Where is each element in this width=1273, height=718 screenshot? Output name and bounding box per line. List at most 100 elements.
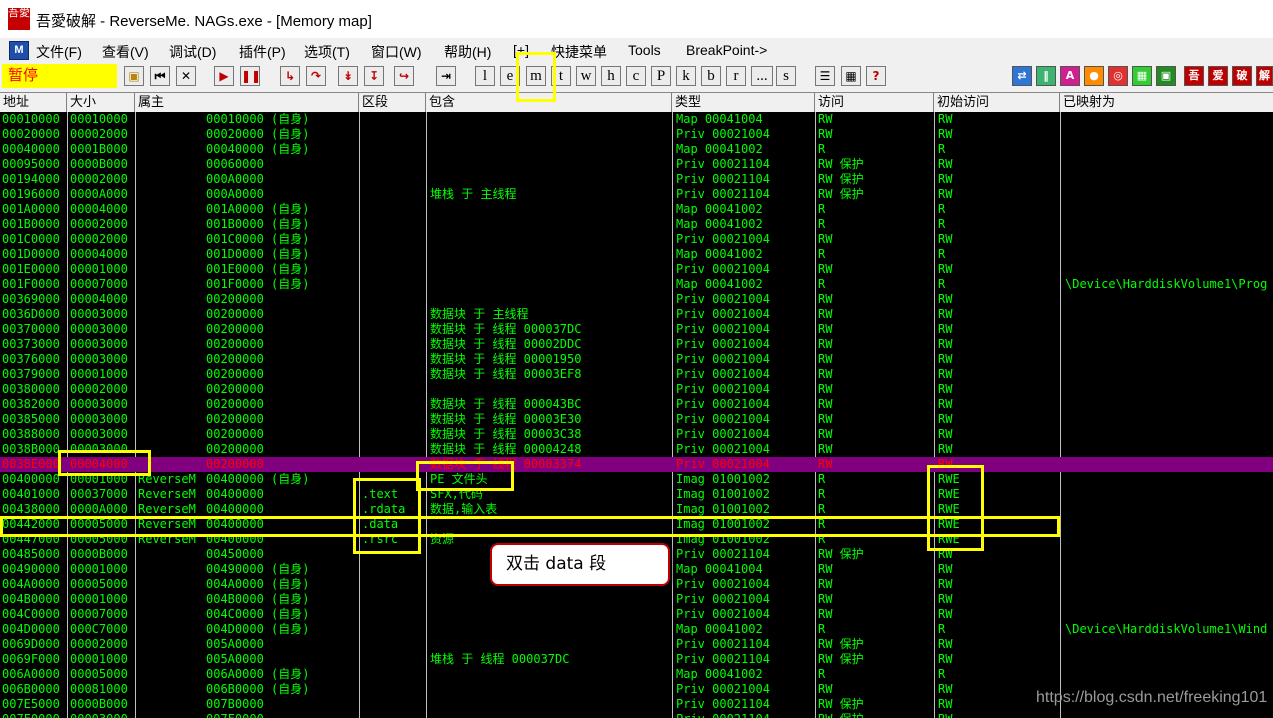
table-row[interactable]: 0069D000 00002000 005A0000 Priv 00021104 RW … — [0, 637, 1273, 652]
table-row[interactable]: 00373000 00003000 00200000 数据块 于 线程 00002DD… — [0, 337, 1273, 352]
row-access: RW 保护 — [818, 712, 934, 718]
animate-into-icon[interactable]: ↡ — [338, 66, 358, 86]
table-row[interactable]: 006A0000 00005000 006A0000 (自身) Map 0004100… — [0, 667, 1273, 682]
table-row[interactable]: 00376000 00003000 00200000 数据块 于 线程 0000195… — [0, 352, 1273, 367]
restart-icon[interactable]: ⏮ — [150, 66, 170, 86]
row-section-base: 004D0000 (自身) — [206, 622, 310, 636]
close-process-icon[interactable]: ✕ — [176, 66, 196, 86]
bars-icon[interactable]: ▦ — [1132, 66, 1152, 86]
header-address[interactable]: 地址 — [0, 93, 67, 112]
handles-button[interactable]: h — [601, 66, 621, 86]
animate-over-icon[interactable]: ↧ — [364, 66, 384, 86]
menu-tools[interactable]: Tools — [628, 42, 661, 58]
table-row[interactable]: 001F0000 00007000 001F0000 (自身) Map 0004100… — [0, 277, 1273, 292]
grid-icon[interactable]: ▦ — [841, 66, 861, 86]
table-row[interactable]: 00010000 00010000 00010000 (自身) Map 0004100… — [0, 112, 1273, 127]
table-row[interactable]: 0038E000 00004000 00200000 数据块 于 线程 0000337… — [0, 457, 1273, 472]
table-row[interactable]: 00385000 00003000 00200000 数据块 于 线程 00003E3… — [0, 412, 1273, 427]
patches-button[interactable]: P — [651, 66, 671, 86]
header-owner[interactable]: 属主 — [135, 93, 359, 112]
a-plugin-icon[interactable]: A — [1060, 66, 1080, 86]
menu-help[interactable]: 帮助(H) — [444, 42, 491, 62]
list-icon[interactable]: ☰ — [815, 66, 835, 86]
row-address: 00196000 — [2, 187, 60, 201]
row-access: R — [818, 667, 826, 681]
call-stack-button[interactable]: k — [676, 66, 696, 86]
references-button[interactable]: r — [726, 66, 746, 86]
table-row[interactable]: 00380000 00002000 00200000 Priv 00021004 RW R… — [0, 382, 1273, 397]
table-row[interactable]: 0036D000 00003000 00200000 数据块 于 主线程 Priv 00… — [0, 307, 1273, 322]
pause-plugin-icon[interactable]: ‖ — [1036, 66, 1056, 86]
memory-map-icon[interactable]: M — [9, 41, 29, 60]
step-over-icon[interactable]: ↷ — [306, 66, 326, 86]
refresh-icon[interactable]: ⇄ — [1012, 66, 1032, 86]
table-row[interactable]: 0038B000 00003000 00200000 数据块 于 线程 0000424… — [0, 442, 1273, 457]
table-row[interactable]: 00040000 0001B000 00040000 (自身) Map 0004100… — [0, 142, 1273, 157]
menu-shortcuts[interactable]: 快捷菜单 — [551, 42, 607, 62]
row-access: RW — [818, 682, 833, 696]
table-row[interactable]: 00020000 00002000 00020000 (自身) Priv 000210… — [0, 127, 1273, 142]
window-plugin-icon[interactable]: ▣ — [1156, 66, 1176, 86]
table-row[interactable]: 00196000 0000A000 000A0000 堆栈 于 主线程 Priv 000… — [0, 187, 1273, 202]
header-initial-access[interactable]: 初始访问 — [934, 93, 1060, 112]
pause-icon[interactable]: ❚❚ — [240, 66, 261, 86]
window-title: 吾愛破解 - ReverseMe. NAGs.exe - [Memory map… — [36, 13, 372, 30]
run-trace-button[interactable]: ... — [751, 66, 773, 86]
table-row[interactable]: 001E0000 00001000 001E0000 (自身) Priv 000210… — [0, 262, 1273, 277]
menu-options[interactable]: 选项(T) — [304, 42, 350, 62]
row-type: Imag 01001002 — [676, 487, 770, 501]
menu-view[interactable]: 查看(V) — [102, 42, 149, 62]
log-window-button[interactable]: l — [475, 66, 495, 86]
run-icon[interactable]: ▶ — [214, 66, 234, 86]
table-row[interactable]: 001D0000 00004000 001D0000 (自身) Map 0004100… — [0, 247, 1273, 262]
plugin-wu-icon[interactable]: 吾 — [1184, 66, 1204, 86]
table-row[interactable]: 004C0000 00007000 004C0000 (自身) Priv 000210… — [0, 607, 1273, 622]
table-row[interactable]: 001A0000 00004000 001A0000 (自身) Map 0004100… — [0, 202, 1273, 217]
table-row[interactable]: 00400000 00001000 ReverseM 00400000 (自身) PE … — [0, 472, 1273, 487]
step-into-icon[interactable]: ↳ — [280, 66, 300, 86]
help-icon[interactable]: ? — [866, 66, 886, 86]
menu-window[interactable]: 窗口(W) — [371, 42, 422, 62]
plugin-po-icon[interactable]: 破 — [1232, 66, 1252, 86]
header-section[interactable]: 区段 — [359, 93, 426, 112]
open-file-icon[interactable]: ▣ — [124, 66, 144, 86]
table-row[interactable]: 00369000 00004000 00200000 Priv 00021004 RW R… — [0, 292, 1273, 307]
go-to-icon[interactable]: ⇥ — [436, 66, 456, 86]
menu-debug[interactable]: 调试(D) — [169, 42, 216, 62]
table-row[interactable]: 00379000 00001000 00200000 数据块 于 线程 00003EF… — [0, 367, 1273, 382]
memory-map-table[interactable]: 00010000 00010000 00010000 (自身) Map 0004100… — [0, 112, 1273, 718]
row-size: 00005000 — [70, 667, 128, 681]
menu-file[interactable]: 文件(F) — [36, 42, 82, 62]
row-access: RW 保护 — [818, 172, 864, 186]
plugin-ai-icon[interactable]: 爱 — [1208, 66, 1228, 86]
table-row[interactable]: 00095000 0000B000 00060000 Priv 00021104 RW … — [0, 157, 1273, 172]
table-row[interactable]: 00382000 00003000 00200000 数据块 于 线程 000043B… — [0, 397, 1273, 412]
target-icon[interactable]: ◎ — [1108, 66, 1128, 86]
header-size[interactable]: 大小 — [67, 93, 135, 112]
table-row[interactable]: 00388000 00003000 00200000 数据块 于 线程 00003C3… — [0, 427, 1273, 442]
table-row[interactable]: 001C0000 00002000 001C0000 (自身) Priv 000210… — [0, 232, 1273, 247]
table-row[interactable]: 00401000 00037000 ReverseM 00400000 .text SFX… — [0, 487, 1273, 502]
menu-plugins[interactable]: 插件(P) — [239, 42, 286, 62]
row-size: 00001000 — [70, 562, 128, 576]
row-access: RW — [818, 397, 833, 411]
record-icon[interactable]: ● — [1084, 66, 1104, 86]
source-button[interactable]: s — [776, 66, 796, 86]
windows-button[interactable]: w — [576, 66, 596, 86]
table-row[interactable]: 007F000000003000007F0000Priv 00021104RW … — [0, 712, 1273, 718]
header-type[interactable]: 类型 — [672, 93, 815, 112]
table-row[interactable]: 001B0000 00002000 001B0000 (自身) Map 0004100… — [0, 217, 1273, 232]
header-mapped-as[interactable]: 已映射为 — [1060, 93, 1273, 112]
breakpoints-button[interactable]: b — [701, 66, 721, 86]
table-row[interactable]: 00194000 00002000 000A0000 Priv 00021104 RW … — [0, 172, 1273, 187]
execute-till-return-icon[interactable]: ↪ — [394, 66, 414, 86]
table-row[interactable]: 00438000 0000A000 ReverseM 00400000 .rdata 数据… — [0, 502, 1273, 517]
table-row[interactable]: 004D0000 000C7000 004D0000 (自身) Map 0004100… — [0, 622, 1273, 637]
header-access[interactable]: 访问 — [815, 93, 934, 112]
menu-breakpoint[interactable]: BreakPoint-> — [686, 42, 767, 58]
table-row[interactable]: 004B0000 00001000 004B0000 (自身) Priv 000210… — [0, 592, 1273, 607]
cpu-button[interactable]: c — [626, 66, 646, 86]
plugin-jie-icon[interactable]: 解 — [1256, 66, 1273, 86]
table-row[interactable]: 00370000 00003000 00200000 数据块 于 线程 000037D… — [0, 322, 1273, 337]
table-row[interactable]: 0069F000 00001000 005A0000 堆栈 于 线程 000037DC… — [0, 652, 1273, 667]
